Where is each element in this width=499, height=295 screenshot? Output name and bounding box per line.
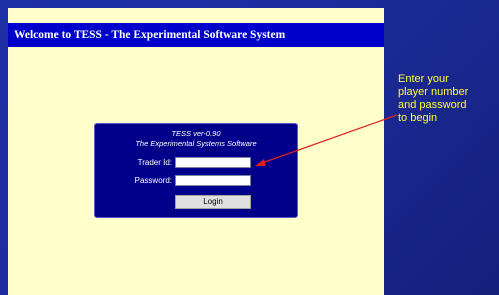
login-button[interactable]: Login (175, 195, 251, 209)
browser-window: Welcome to TESS - The Experimental Softw… (8, 8, 384, 295)
trader-id-label: Trader Id: (137, 158, 172, 167)
callout-line-4: to begin (398, 112, 438, 124)
password-label: Password: (134, 176, 172, 185)
page-title-bar: Welcome to TESS - The Experimental Softw… (8, 23, 384, 47)
trader-id-input[interactable] (175, 157, 251, 168)
version-label: TESS ver-0.90 (171, 129, 221, 138)
login-panel: TESS ver-0.90 The Experimental Systems S… (94, 123, 298, 218)
instruction-callout: Enter your player number and password to… (398, 73, 498, 125)
login-subtitle: The Experimental Systems Software (135, 139, 257, 148)
callout-line-3: and password (398, 99, 467, 111)
page-title: Welcome to TESS - The Experimental Softw… (14, 29, 286, 41)
callout-line-1: Enter your (398, 73, 449, 85)
callout-line-2: player number (398, 86, 469, 98)
password-input[interactable] (175, 175, 251, 186)
